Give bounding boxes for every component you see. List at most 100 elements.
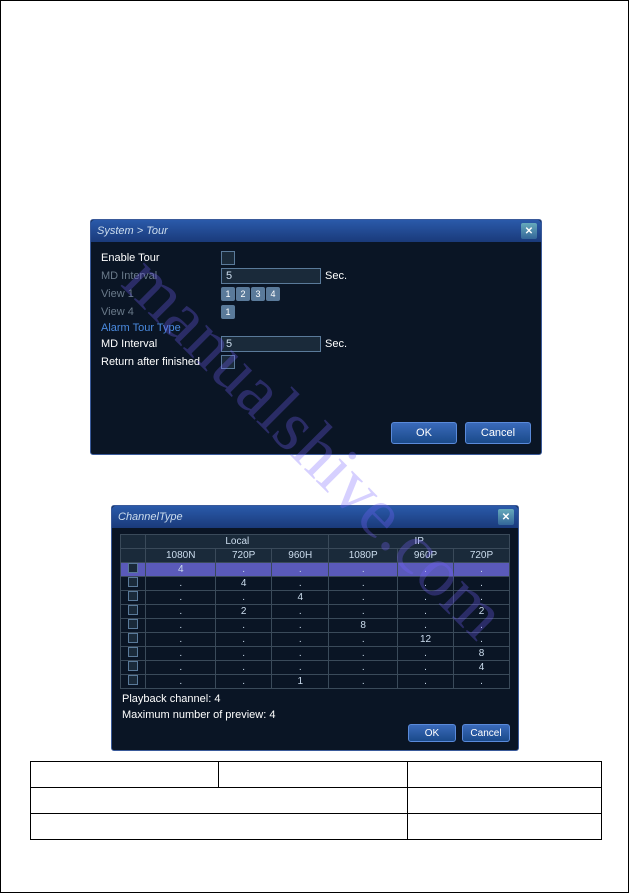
title-tour: System > Tour: [97, 225, 168, 237]
cell: [407, 814, 601, 840]
cell: .: [329, 675, 398, 689]
close-icon: ✕: [525, 226, 533, 237]
cell: .: [216, 675, 272, 689]
table-row[interactable]: .....8: [121, 647, 510, 661]
unit-sec-2: Sec.: [325, 338, 347, 350]
cancel-button-tour[interactable]: Cancel: [465, 422, 531, 444]
label-md-interval-2: MD Interval: [101, 338, 221, 350]
cell: .: [146, 675, 216, 689]
group-local: Local: [146, 535, 329, 549]
row-checkbox[interactable]: [128, 591, 138, 601]
col-960h: 960H: [272, 549, 329, 563]
cell: .: [272, 619, 329, 633]
row-checkbox[interactable]: [128, 563, 138, 573]
cell: [219, 762, 407, 788]
cell: .: [398, 675, 454, 689]
table-row[interactable]: ....12.: [121, 633, 510, 647]
cell: .: [329, 661, 398, 675]
cell: [31, 788, 408, 814]
titlebar-tour: System > Tour ✕: [91, 220, 541, 242]
cell: .: [146, 661, 216, 675]
cell: .: [329, 647, 398, 661]
cell: .: [146, 619, 216, 633]
dialog-system-tour: System > Tour ✕ Enable Tour MD Interval …: [90, 219, 542, 455]
row-checkbox[interactable]: [128, 675, 138, 685]
label-view-1: View 1: [101, 288, 221, 300]
cell: .: [272, 647, 329, 661]
view1-opt-2[interactable]: 2: [236, 287, 250, 301]
cell: .: [272, 605, 329, 619]
cell: .: [272, 661, 329, 675]
cell: .: [329, 591, 398, 605]
col-960p: 960P: [398, 549, 454, 563]
cell: .: [398, 577, 454, 591]
view1-opt-1[interactable]: 1: [221, 287, 235, 301]
cell: .: [329, 563, 398, 577]
col-check: [121, 535, 146, 549]
titlebar-channel: ChannelType ✕: [112, 506, 518, 528]
group-ip: IP: [329, 535, 510, 549]
cell: 4: [216, 577, 272, 591]
row-checkbox[interactable]: [128, 605, 138, 615]
label-view-4: View 4: [101, 306, 221, 318]
table-row[interactable]: .2...2: [121, 605, 510, 619]
cell: [31, 814, 408, 840]
table-row[interactable]: .....4: [121, 661, 510, 675]
cell: .: [146, 577, 216, 591]
row-checkbox[interactable]: [128, 619, 138, 629]
cell: 4: [146, 563, 216, 577]
cell: .: [216, 619, 272, 633]
cell: .: [329, 605, 398, 619]
cell: .: [272, 633, 329, 647]
cell: .: [146, 591, 216, 605]
cell: .: [272, 577, 329, 591]
cancel-button-channel[interactable]: Cancel: [462, 724, 510, 742]
view4-opt-1[interactable]: 1: [221, 305, 235, 319]
col-1080n: 1080N: [146, 549, 216, 563]
ok-button-channel[interactable]: OK: [408, 724, 456, 742]
view1-opt-3[interactable]: 3: [251, 287, 265, 301]
cell: .: [329, 577, 398, 591]
cell: [407, 762, 601, 788]
view1-opt-4[interactable]: 4: [266, 287, 280, 301]
cell: .: [398, 591, 454, 605]
cell: 12: [398, 633, 454, 647]
table-row[interactable]: 4 . . . . .: [121, 563, 510, 577]
row-checkbox[interactable]: [128, 577, 138, 587]
row-checkbox[interactable]: [128, 661, 138, 671]
close-button-channel[interactable]: ✕: [498, 509, 514, 525]
channel-table: Local IP 1080N 720P 960H 1080P 960P 720P…: [120, 534, 510, 689]
cell: .: [329, 633, 398, 647]
close-icon-2: ✕: [502, 512, 510, 523]
cell: .: [398, 661, 454, 675]
checkbox-return-after[interactable]: [221, 355, 235, 369]
cell: .: [454, 633, 510, 647]
cell: 2: [216, 605, 272, 619]
cell: .: [398, 605, 454, 619]
row-checkbox[interactable]: [128, 647, 138, 657]
row-checkbox[interactable]: [128, 633, 138, 643]
table-row[interactable]: .4....: [121, 577, 510, 591]
bottom-empty-table: [30, 761, 602, 840]
close-button-tour[interactable]: ✕: [521, 223, 537, 239]
checkbox-enable-tour[interactable]: [221, 251, 235, 265]
table-row[interactable]: ..1...: [121, 675, 510, 689]
table-row[interactable]: ...8..: [121, 619, 510, 633]
input-md-interval-1[interactable]: [221, 268, 321, 284]
ok-button-tour[interactable]: OK: [391, 422, 457, 444]
dialog-channel-type: ChannelType ✕ Local IP 1080N 720P 960H 1…: [111, 505, 519, 751]
cell: .: [454, 563, 510, 577]
table-row[interactable]: ..4...: [121, 591, 510, 605]
cell: 8: [454, 647, 510, 661]
col-720p-ip: 720P: [454, 549, 510, 563]
cell: .: [146, 647, 216, 661]
input-md-interval-2[interactable]: [221, 336, 321, 352]
cell: .: [454, 591, 510, 605]
cell: .: [398, 563, 454, 577]
cell: .: [454, 577, 510, 591]
cell: .: [216, 563, 272, 577]
cell: .: [454, 675, 510, 689]
button-bar-channel: OK Cancel: [400, 720, 518, 750]
cell: 1: [272, 675, 329, 689]
title-channel: ChannelType: [118, 511, 183, 523]
